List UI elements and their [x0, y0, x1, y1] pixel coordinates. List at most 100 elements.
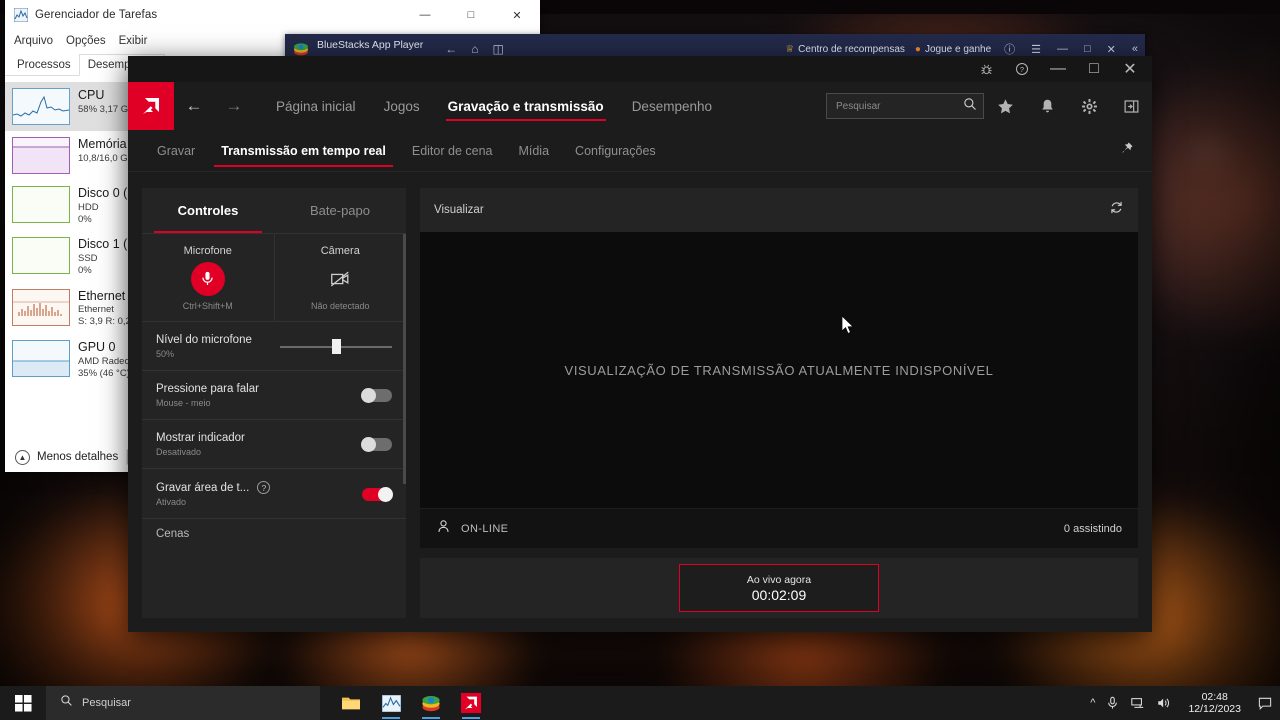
nav-item-pagina-inicial[interactable]: Página inicial [262, 82, 370, 130]
taskbar-amd-radeon-icon[interactable] [451, 686, 491, 720]
tab-processos[interactable]: Processos [9, 55, 79, 75]
option-row-gravar-area-de-trabalho[interactable]: Gravar área de t... ? Ativado [142, 469, 406, 519]
chevron-up-icon[interactable]: ▲ [15, 449, 30, 465]
bluestacks-back-arrow-icon[interactable]: ← [445, 42, 457, 56]
amd-close-icon[interactable]: ✕ [1112, 56, 1148, 82]
rewards-center-button[interactable]: ♕ Centro de recompensas [785, 44, 905, 55]
taskbar-file-explorer-icon[interactable] [331, 686, 371, 720]
taskbar-search-icon [60, 694, 73, 712]
refresh-icon[interactable] [1109, 200, 1124, 220]
pin-icon[interactable] [1119, 141, 1134, 161]
tray-network-icon[interactable] [1130, 696, 1145, 710]
amd-radeon-logo[interactable] [128, 82, 174, 130]
windows-taskbar[interactable]: Pesquisar ^ 02:48 12/12/2023 [0, 686, 1280, 720]
nav-item-desempenho[interactable]: Desempenho [618, 82, 726, 130]
taskbar-app-buttons[interactable] [331, 686, 491, 720]
push-to-talk-toggle[interactable] [361, 388, 392, 403]
option-row-mostrar-indicador[interactable]: Mostrar indicador Desativado [142, 420, 406, 469]
account-icon[interactable] [1110, 82, 1152, 130]
controls-panel[interactable]: Controles Bate-papo Microfone Ctrl+Shift… [142, 188, 406, 618]
taskbar-task-manager-icon[interactable] [371, 686, 411, 720]
subnav-item-gravar[interactable]: Gravar [144, 130, 208, 172]
tab-bate-papo[interactable]: Bate-papo [274, 188, 406, 233]
camera-disabled-icon[interactable] [323, 262, 357, 296]
show-hidden-icons[interactable]: ^ [1090, 697, 1095, 709]
option-row-cenas[interactable]: Cenas [142, 519, 406, 537]
taskbar-system-tray[interactable]: ^ 02:48 12/12/2023 [1090, 691, 1280, 715]
live-now-box[interactable]: Ao vivo agora 00:02:09 [679, 564, 879, 612]
bluestacks-maximize-icon[interactable]: □ [1081, 43, 1094, 55]
nav-item-gravacao-e-transmissao[interactable]: Gravação e transmissão [434, 82, 618, 130]
show-indicator-toggle[interactable] [361, 437, 392, 452]
bluestacks-close-icon[interactable]: ✕ [1104, 43, 1119, 56]
task-manager-minimize-icon[interactable]: — [402, 0, 448, 30]
option-row-pressione-para-falar[interactable]: Pressione para falar Mouse - meio [142, 371, 406, 420]
resource-item-ethernet[interactable]: Ethernet Ethernet S: 3,9 R: 0,2 r [5, 283, 145, 334]
amd-subnav[interactable]: Gravar Transmissão em tempo real Editor … [128, 130, 1152, 172]
taskbar-bluestacks-icon[interactable] [411, 686, 451, 720]
resource-item-disco-1[interactable]: Disco 1 (C SSD 0% [5, 231, 145, 282]
subnav-item-midia[interactable]: Mídia [505, 130, 562, 172]
amd-help-icon[interactable]: ? [1004, 56, 1040, 82]
microphone-cell[interactable]: Microfone Ctrl+Shift+M [142, 234, 274, 321]
task-manager-titlebar[interactable]: Gerenciador de Tarefas — □ ✕ [5, 0, 540, 30]
bluestacks-minimize-icon[interactable]: — [1054, 43, 1071, 55]
amd-maximize-icon[interactable]: □ [1076, 56, 1112, 82]
amd-radeon-software-window[interactable]: ? — □ ✕ ← → Página inicial Jogos Gravaçã… [128, 56, 1152, 632]
subnav-item-editor-de-cena[interactable]: Editor de cena [399, 130, 506, 172]
bluestacks-right-controls[interactable]: ♕ Centro de recompensas ● Jogue e ganhe … [785, 41, 1141, 57]
bluestacks-multi-instance-icon[interactable]: ◫ [492, 42, 503, 56]
menu-item-opcoes[interactable]: Opções [66, 35, 106, 47]
tab-controles[interactable]: Controles [142, 188, 274, 233]
resource-item-memoria[interactable]: Memória 10,8/16,0 GB [5, 131, 145, 180]
task-manager-maximize-icon[interactable]: □ [448, 0, 494, 30]
slider-knob[interactable] [331, 339, 341, 354]
subnav-item-configuracoes[interactable]: Configurações [562, 130, 669, 172]
amd-search-box[interactable] [826, 93, 984, 119]
amd-main-navbar[interactable]: ← → Página inicial Jogos Gravação e tran… [128, 82, 1152, 130]
taskbar-search-box[interactable]: Pesquisar [46, 686, 320, 720]
menu-item-exibir[interactable]: Exibir [119, 35, 148, 47]
bluestacks-help-icon[interactable]: ⓘ [1001, 41, 1018, 57]
taskbar-clock[interactable]: 02:48 12/12/2023 [1182, 691, 1247, 715]
favorites-star-icon[interactable] [984, 82, 1026, 130]
bluestacks-nav-icons[interactable]: ← ⌂ ◫ [445, 42, 504, 56]
bluestacks-home-icon[interactable]: ⌂ [471, 42, 478, 56]
resource-item-disco-0[interactable]: Disco 0 (D HDD 0% [5, 180, 145, 231]
controls-tabs[interactable]: Controles Bate-papo [142, 188, 406, 234]
controls-scrollbar[interactable] [403, 234, 406, 484]
mic-level-slider[interactable] [280, 339, 392, 354]
subnav-item-transmissao-em-tempo-real[interactable]: Transmissão em tempo real [208, 130, 399, 172]
record-desktop-toggle[interactable] [362, 486, 393, 502]
search-input[interactable] [836, 100, 963, 112]
action-center-icon[interactable] [1258, 697, 1272, 710]
help-circle-icon[interactable]: ? [257, 481, 271, 494]
resource-list[interactable]: CPU 58% 3,17 GHz Memória 10,8/16,0 GB Di… [5, 76, 145, 386]
camera-label: Câmera [320, 244, 360, 257]
resource-item-gpu-0[interactable]: GPU 0 AMD Radeon 35% (46 °C) [5, 334, 145, 385]
play-and-earn-button[interactable]: ● Jogue e ganhe [915, 44, 991, 55]
amd-minimize-icon[interactable]: — [1040, 56, 1076, 82]
amd-back-arrow-icon[interactable]: ← [174, 82, 214, 130]
tray-microphone-icon[interactable] [1106, 696, 1119, 710]
camera-cell[interactable]: Câmera Não detectado [273, 234, 407, 321]
microphone-icon[interactable] [190, 261, 225, 296]
notifications-bell-icon[interactable] [1026, 82, 1068, 130]
tray-volume-icon[interactable] [1156, 696, 1171, 710]
menu-item-arquivo[interactable]: Arquivo [14, 35, 53, 47]
task-manager-close-icon[interactable]: ✕ [494, 0, 540, 30]
resource-item-cpu[interactable]: CPU 58% 3,17 GHz [5, 82, 145, 131]
less-details-label[interactable]: Menos detalhes [37, 451, 118, 463]
nav-item-jogos[interactable]: Jogos [370, 82, 434, 130]
amd-forward-arrow-icon[interactable]: → [214, 82, 254, 130]
bug-report-icon[interactable] [968, 56, 1004, 82]
search-icon[interactable] [963, 97, 977, 116]
bluestacks-menu-icon[interactable]: ☰ [1028, 43, 1044, 56]
option-row-nivel-do-microfone[interactable]: Nível do microfone 50% [142, 322, 406, 371]
bluestacks-collapse-icon[interactable]: « [1129, 43, 1141, 55]
task-manager-window-buttons[interactable]: — □ ✕ [402, 0, 540, 30]
amd-nav-items[interactable]: Página inicial Jogos Gravação e transmis… [262, 82, 726, 130]
gear-icon[interactable] [1068, 82, 1110, 130]
windows-start-icon[interactable] [0, 686, 46, 720]
amd-titlebar[interactable]: ? — □ ✕ [128, 56, 1152, 82]
